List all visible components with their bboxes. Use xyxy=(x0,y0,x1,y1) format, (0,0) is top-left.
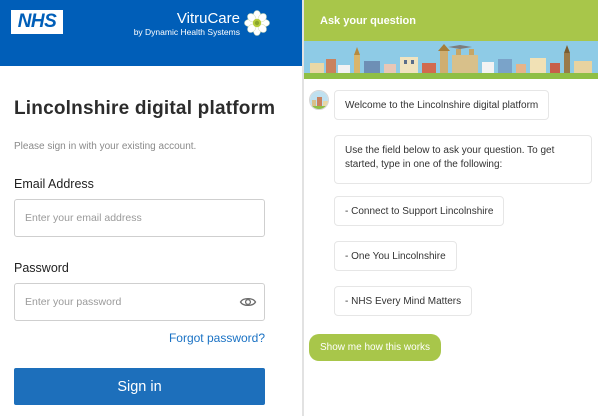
chat-option-support-lincolnshire[interactable]: - Connect to Support Lincolnshire xyxy=(334,196,505,226)
nhs-logo: NHS xyxy=(11,10,63,34)
password-label: Password xyxy=(14,261,69,275)
cityscape-icon xyxy=(310,91,328,109)
chat-panel: Ask your question Welcome to the Lincoln… xyxy=(304,0,598,416)
vitrucare-subtitle: by Dynamic Health Systems xyxy=(133,27,240,37)
top-bar: NHS VitruCare by Dynamic Health Systems xyxy=(0,0,302,66)
signin-intro: Please sign in with your existing accoun… xyxy=(14,141,197,152)
cityscape-banner xyxy=(304,41,598,79)
password-field[interactable] xyxy=(14,283,265,321)
chat-header: Ask your question xyxy=(304,0,598,41)
email-label: Email Address xyxy=(14,177,94,191)
chat-option-every-mind-matters[interactable]: - NHS Every Mind Matters xyxy=(334,286,473,316)
email-field[interactable] xyxy=(14,199,265,237)
sign-in-button[interactable]: Sign in xyxy=(14,368,265,405)
chat-message-welcome: Welcome to the Lincolnshire digital plat… xyxy=(334,90,550,120)
eye-icon[interactable] xyxy=(239,294,257,310)
flower-icon xyxy=(244,10,270,36)
signin-panel: NHS VitruCare by Dynamic Health Systems … xyxy=(0,0,302,416)
chat-message-instructions: Use the field below to ask your question… xyxy=(334,135,592,184)
vitrucare-brand: VitruCare by Dynamic Health Systems xyxy=(134,10,240,38)
show-me-how-button[interactable]: Show me how this works xyxy=(309,334,442,361)
vitrucare-name: VitruCare xyxy=(176,10,240,27)
chat-option-one-you-lincolnshire[interactable]: - One You Lincolnshire xyxy=(334,241,457,271)
page-title: Lincolnshire digital platform xyxy=(14,98,276,119)
bot-avatar xyxy=(309,90,329,110)
chat-title: Ask your question xyxy=(320,15,416,27)
forgot-password-link[interactable]: Forgot password? xyxy=(169,331,265,345)
